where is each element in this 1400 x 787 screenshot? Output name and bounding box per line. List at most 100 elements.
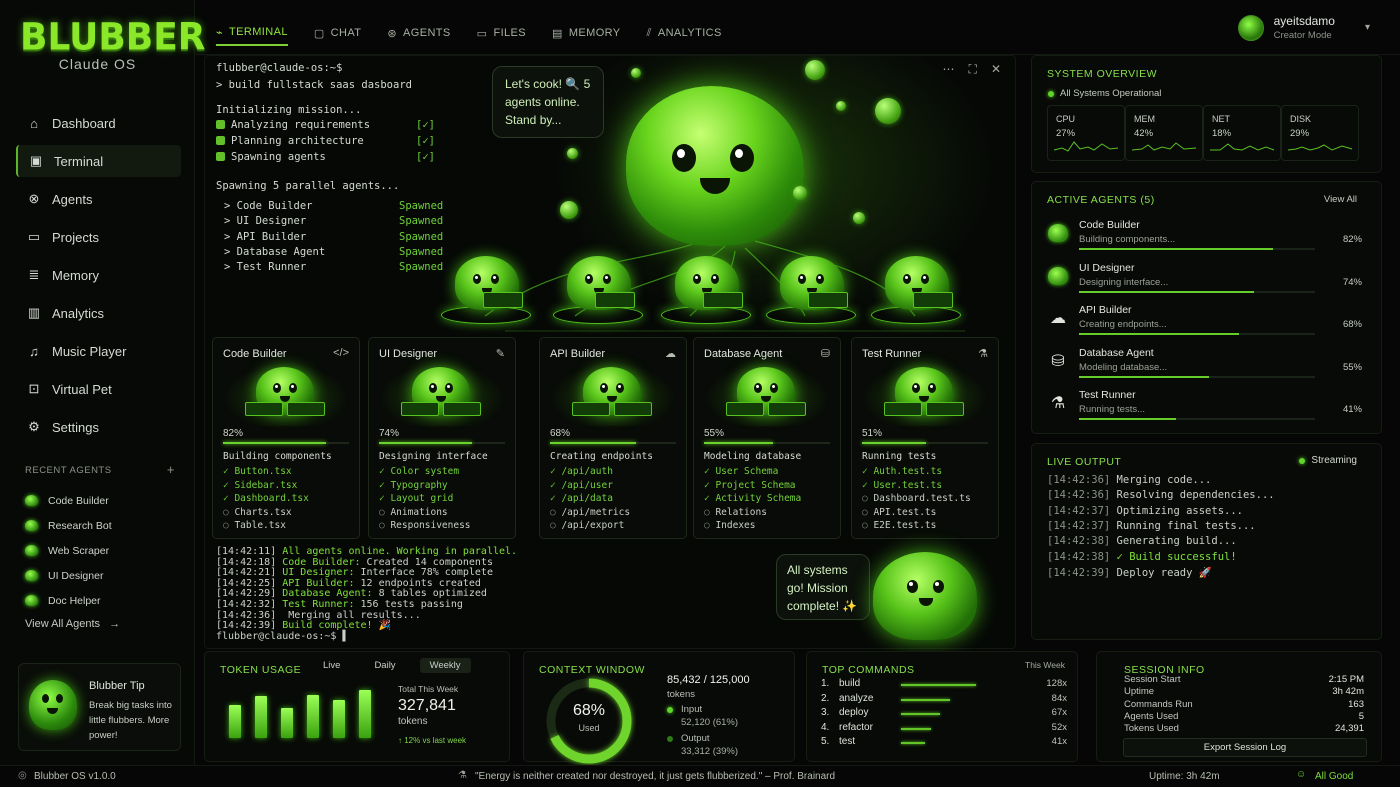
home-icon: ⌂ [30,115,38,131]
agent-card-test-runner[interactable]: Test Runner ⚗ 51% Running tests Auth.test.ts… [851,337,999,539]
blob-icon [25,495,38,506]
sidebar-item-label: Terminal [54,153,104,169]
spawn-label: > API Builder [224,230,307,243]
tab-terminal[interactable]: ⌁ TERMINAL [216,20,288,46]
active-agent-progress-fill [1079,375,1209,378]
recent-agent-item[interactable]: Doc Helper [25,588,175,613]
agent-card-task: Designing interface [379,451,488,462]
streaming-badge: Streaming [1299,455,1357,466]
user-menu[interactable]: ayeitsdamo Creator Mode ▾ [1237,14,1370,41]
metric-label: CPU [1056,114,1076,124]
terminal-last-prompt[interactable]: flubber@claude-os:~$ ▌ [216,631,517,643]
agent-card-api-builder[interactable]: API Builder ☁ 68% Creating endpoints/api/au… [539,337,687,539]
logo[interactable]: BLUBBER Claude OS [20,15,206,72]
tab-chat[interactable]: ▢ CHAT [314,20,362,46]
log-message: Test Runner: [282,598,355,610]
active-agent-progress-fill [1079,333,1240,335]
metric-sparkline [1132,142,1197,151]
session-key: Session Start [1124,674,1181,685]
agent-card-title: UI Designer [379,348,438,360]
sidebar-item-label: Settings [52,419,99,435]
command-row[interactable]: 3. deploy 67x [821,707,1067,721]
active-agent-row[interactable]: ☁ API Builder Creating endpoints... 68% [1047,304,1362,344]
active-agent-row[interactable]: UI Designer Designing interface... 74% [1047,262,1362,302]
tab-agents[interactable]: ⊛ AGENTS [387,20,450,46]
view-all-agents-link[interactable]: View All Agents → [25,618,120,630]
tip-title: Blubber Tip [89,680,145,692]
export-session-log-button[interactable]: Export Session Log [1123,738,1367,757]
laptop-icon [808,292,848,308]
agent-card-ui-designer[interactable]: UI Designer ✎ 74% Designing interface Color … [368,337,516,539]
speech-bubble-bottom: All systems go! Mission complete! ✨ [776,554,870,620]
session-row: Commands Run 163 [1124,699,1364,710]
tab-memory[interactable]: ▤ MEMORY [552,20,621,46]
checklist-item: Indexes [704,520,801,534]
command-row[interactable]: 2. analyze 84x [821,693,1067,707]
checklist-item: User Schema [704,466,801,480]
sidebar-item-projects[interactable]: ▭ Projects [16,221,181,253]
checklist-item: /api/metrics [550,507,630,521]
chevron-down-icon[interactable]: ▾ [1365,22,1370,33]
command-row[interactable]: 4. refactor 52x [821,722,1067,736]
sidebar-item-music-player[interactable]: ♫ Music Player [16,335,181,367]
checklist-item: Table.tsx [223,520,309,534]
sidebar-item-terminal[interactable]: ▣ Terminal [16,145,181,177]
command-row[interactable]: 5. test 41x [821,736,1067,750]
recent-agent-item[interactable]: UI Designer [25,563,175,588]
checkbox-checked-icon [216,136,225,145]
recent-agent-item[interactable]: Web Scraper [25,538,175,563]
active-agent-row[interactable]: ⚗ Test Runner Running tests... 41% [1047,389,1362,429]
add-recent-agent-button[interactable]: + [167,463,175,476]
agent-card-title: API Builder [550,348,606,360]
tab-analytics[interactable]: ⫽ ANALYTICS [647,20,722,46]
filter-weekly[interactable]: Weekly [419,658,471,673]
tab-label: MEMORY [568,27,621,39]
blob-icon [25,595,38,606]
logo-title: BLUBBER [20,15,206,59]
recent-agent-item[interactable]: Code Builder [25,488,175,513]
system-overview-panel: SYSTEM OVERVIEW All Systems Operational … [1031,55,1382,173]
agent-card-database-agent[interactable]: Database Agent ⛁ 55% Modeling database User … [693,337,841,539]
sidebar-item-settings[interactable]: ⚙ Settings [16,411,181,443]
token-usage-chart: MonTueWedThuFriSun [219,672,379,773]
log-timestamp: [14:42:32] [216,598,277,610]
metric-label: MEM [1134,114,1155,124]
live-output-message: Generating build... [1116,535,1237,548]
sidebar-item-label: Projects [52,229,99,245]
screen-icon [884,402,922,416]
main-blob-mascot [626,86,804,246]
log-timestamp: [14:42:21] [216,567,277,579]
user-role: Creator Mode [1273,30,1332,41]
checklist-item: Relations [704,507,801,521]
agent-card-checklist: Color systemTypographyLayout gridAnimati… [379,466,470,534]
filter-live[interactable]: Live [313,658,350,673]
command-rank: 5. [821,736,830,747]
active-agent-row[interactable]: Code Builder Building components... 82% [1047,219,1362,259]
top-commands-widget: TOP COMMANDS This Week 1. build 128x 2. anal… [806,651,1078,762]
recent-agent-item[interactable]: Research Bot [25,513,175,538]
active-agent-row[interactable]: ⛁ Database Agent Modeling database... 55% [1047,347,1362,387]
metric-disk: DISK 29% [1281,105,1359,161]
floating-bubble [836,101,846,111]
sidebar-item-virtual-pet[interactable]: ⊡ Virtual Pet [16,373,181,405]
command-rank: 2. [821,692,830,704]
sidebar-item-dashboard[interactable]: ⌂ Dashboard [16,107,181,139]
agent-card-code-builder[interactable]: Code Builder </> 82% Building components But… [212,337,360,539]
live-output-line: [14:42:37] Optimizing assets... [1047,505,1243,517]
spawn-label: > UI Designer [224,215,307,228]
laptop-icon [913,292,953,308]
command-row[interactable]: 1. build 128x [821,678,1067,692]
log-timestamp: [14:42:11] [216,546,277,557]
top-commands-title: TOP COMMANDS [822,664,915,676]
sidebar-item-memory[interactable]: ≣ Memory [16,259,181,291]
session-key: Agents Used [1124,710,1179,722]
top-commands-range: This Week [1025,660,1065,670]
sidebar-item-agents[interactable]: ⊗ Agents [16,183,181,215]
sidebar-item-analytics[interactable]: ▥ Analytics [16,297,181,329]
database-icon: ⛁ [1051,352,1065,370]
command-count: 52x [1051,721,1067,733]
view-all-active-agents-link[interactable]: View All [1324,194,1357,205]
live-output-line: [14:42:37] Running final tests... [1047,520,1256,532]
tab-files[interactable]: ▭ FILES [477,20,526,46]
filter-daily[interactable]: Daily [364,658,405,673]
